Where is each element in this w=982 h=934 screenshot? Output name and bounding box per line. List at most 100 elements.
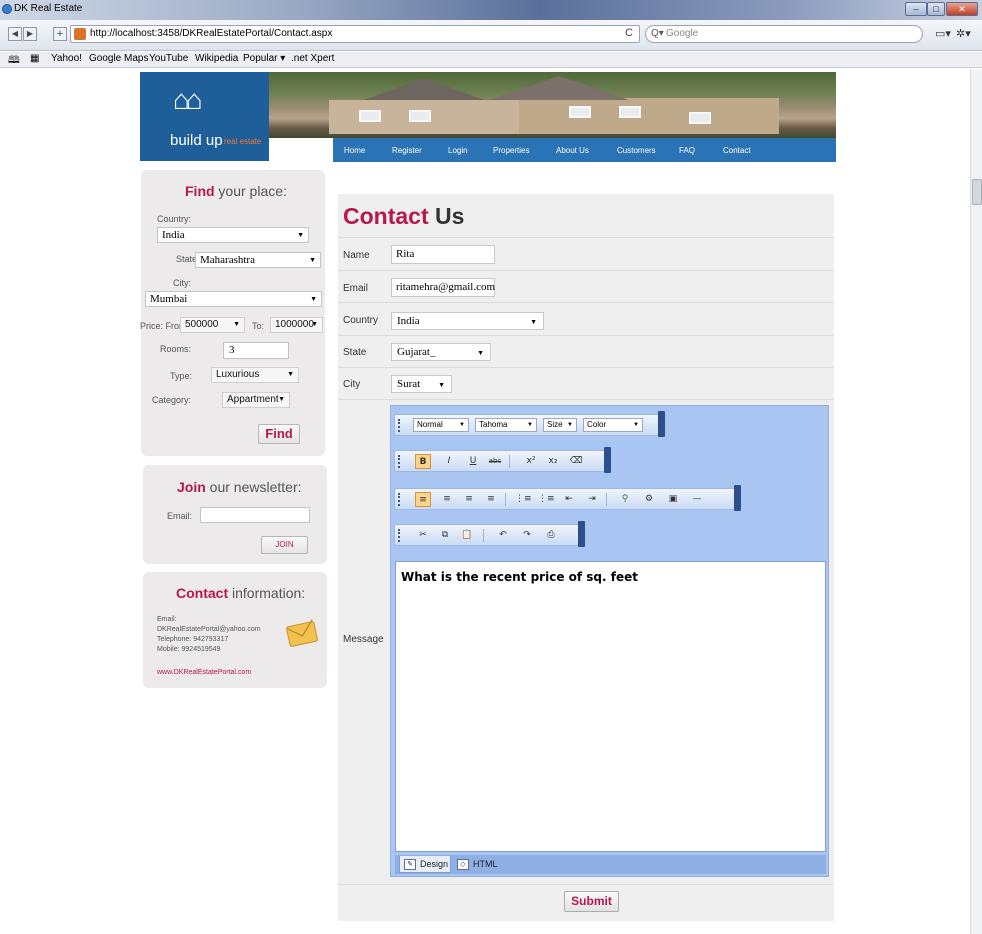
print-icon[interactable]: ⎙ — [543, 528, 559, 543]
ordered-list-icon[interactable]: ⋮≡ — [515, 492, 532, 507]
contact-email[interactable]: DKRealEstatePortal@yahoo.com — [157, 626, 261, 633]
minimize-button[interactable]: – — [905, 2, 927, 16]
nav-customers[interactable]: Customers — [617, 146, 656, 155]
justify-icon[interactable]: ≡ — [483, 492, 499, 507]
align-left-icon[interactable]: ≡ — [415, 492, 431, 507]
unlink-icon[interactable]: ⚙ — [641, 492, 657, 507]
price-from-select[interactable]: 500000 ▼ — [180, 317, 245, 333]
size-select[interactable]: Size ▼ — [543, 418, 577, 432]
contact-info-panel: Contact information: Email: DKRealEstate… — [143, 572, 327, 688]
bookmark-link[interactable]: Wikipedia — [195, 53, 238, 64]
submit-button[interactable]: Submit — [564, 891, 619, 912]
state-form-select[interactable]: Gujarat_ ▼ — [391, 343, 491, 361]
eraser-icon[interactable]: ⌫ — [568, 454, 584, 469]
message-editor-area[interactable]: What is the recent price of sq. feet — [395, 561, 826, 852]
bookmarks-book-icon[interactable]: 🕮 — [8, 53, 20, 70]
search-field[interactable]: Q▾ Google — [645, 25, 923, 43]
paste-icon[interactable]: 📋 — [459, 528, 475, 543]
rooms-label: Rooms: — [160, 344, 192, 354]
page-menu-icon[interactable]: ▭▾ — [935, 27, 951, 40]
type-label: Type: — [170, 371, 193, 381]
maximize-button[interactable]: □ — [927, 2, 945, 16]
top-sites-grid-icon[interactable]: ▦ — [30, 53, 39, 64]
settings-gear-icon[interactable]: ✲▾ — [956, 27, 971, 40]
country-label: Country: — [157, 214, 192, 224]
bookmark-link[interactable]: Yahoo! — [51, 53, 82, 64]
newsletter-email-input[interactable] — [200, 507, 310, 523]
bookmark-link[interactable]: .net Xpert — [291, 53, 334, 64]
category-select[interactable]: Appartment ▼ — [222, 392, 290, 408]
font-select[interactable]: Tahoma ▼ — [475, 418, 537, 432]
back-button[interactable]: ◀ — [8, 27, 22, 41]
nav-login[interactable]: Login — [448, 146, 468, 155]
editor-toolbar-edit: ✂ ⧉ 📋 ↶ ↷ ⎙ — [394, 521, 585, 547]
indent-icon[interactable]: ⇥ — [584, 492, 600, 507]
reload-icon[interactable]: C — [625, 27, 633, 39]
window-title: DK Real Estate — [14, 3, 83, 14]
outdent-icon[interactable]: ⇤ — [561, 492, 577, 507]
italic-icon[interactable]: I — [441, 454, 457, 469]
bookmark-link[interactable]: Google Maps — [89, 53, 148, 64]
superscript-icon[interactable]: x² — [523, 454, 539, 469]
city-select[interactable]: Mumbai ▼ — [145, 291, 322, 307]
envelope-icon — [286, 619, 318, 647]
scrollbar-thumb[interactable] — [972, 179, 982, 205]
site-logo[interactable]: ⌂⌂ build up real estate — [140, 72, 269, 161]
html-tab[interactable]: ◇ HTML — [453, 856, 498, 873]
horizontal-rule-icon[interactable]: — — [689, 492, 705, 507]
country-select[interactable]: India ▼ — [157, 227, 309, 243]
type-select[interactable]: Luxurious ▼ — [211, 367, 299, 383]
undo-icon[interactable]: ↶ — [495, 528, 511, 543]
find-button[interactable]: Find — [258, 424, 300, 444]
state-select[interactable]: Maharashtra ▼ — [195, 252, 321, 268]
house-banner-image — [269, 72, 836, 138]
nav-about-us[interactable]: About Us — [556, 146, 589, 155]
city-form-select[interactable]: Surat ▼ — [391, 375, 452, 393]
nav-contact[interactable]: Contact — [723, 146, 751, 155]
join-button[interactable]: JOIN — [261, 536, 308, 554]
contact-email-label: Email: — [157, 616, 177, 623]
rooms-input[interactable]: 3 — [223, 342, 289, 359]
bullet-list-icon[interactable]: ⋮≡ — [538, 492, 555, 507]
bookmark-link[interactable]: Popular ▾ — [243, 53, 285, 64]
state-row: State Gujarat_ ▼ — [338, 335, 834, 367]
forward-button[interactable]: ▶ — [23, 27, 37, 41]
nav-home[interactable]: Home — [344, 146, 365, 155]
newsletter-email-label: Email: — [167, 511, 193, 521]
logo-subtext: real estate — [224, 137, 262, 146]
insert-link-icon[interactable]: ⚲ — [617, 492, 633, 507]
close-window-button[interactable]: ✕ — [946, 2, 978, 16]
price-to-select[interactable]: 1000000 ▼ — [270, 317, 323, 333]
insert-image-icon[interactable]: ▣ — [665, 492, 681, 507]
format-select[interactable]: Normal ▼ — [413, 418, 469, 432]
new-tab-button[interactable]: + — [53, 27, 67, 41]
contact-website-link[interactable]: www.DKRealEstatePortal.com — [157, 669, 251, 676]
site-favicon — [74, 28, 86, 40]
name-input[interactable]: Rita — [391, 245, 495, 264]
redo-icon[interactable]: ↷ — [519, 528, 535, 543]
vertical-scrollbar[interactable] — [970, 69, 982, 934]
copy-icon[interactable]: ⧉ — [437, 528, 453, 543]
cut-icon[interactable]: ✂ — [415, 528, 431, 543]
address-bar[interactable]: http://localhost:3458/DKRealEstatePortal… — [70, 25, 640, 43]
strikethrough-icon[interactable]: abc — [487, 454, 503, 469]
design-pencil-icon: ✎ — [404, 859, 416, 870]
contact-form: Contact Us Name Rita Email ritamehra@gma… — [338, 194, 834, 921]
country-form-select[interactable]: India ▼ — [391, 312, 544, 330]
nav-faq[interactable]: FAQ — [679, 146, 695, 155]
nav-register[interactable]: Register — [392, 146, 422, 155]
align-center-icon[interactable]: ≡ — [439, 492, 455, 507]
nav-properties[interactable]: Properties — [493, 146, 529, 155]
color-select[interactable]: Color ▼ — [583, 418, 643, 432]
logo-text: build up — [170, 132, 223, 149]
subscript-icon[interactable]: x₂ — [545, 454, 561, 469]
bookmark-link[interactable]: YouTube — [149, 53, 188, 64]
design-tab[interactable]: ✎ Design — [399, 856, 451, 873]
email-input[interactable]: ritamehra@gmail.com — [391, 278, 495, 297]
bold-icon[interactable]: B — [415, 454, 431, 469]
search-engine-icon[interactable]: Q▾ — [651, 28, 664, 39]
align-right-icon[interactable]: ≡ — [461, 492, 477, 507]
contact-info-title: Contact information: — [176, 585, 306, 601]
page-title: Contact Us — [343, 203, 465, 229]
underline-icon[interactable]: U — [465, 454, 481, 469]
